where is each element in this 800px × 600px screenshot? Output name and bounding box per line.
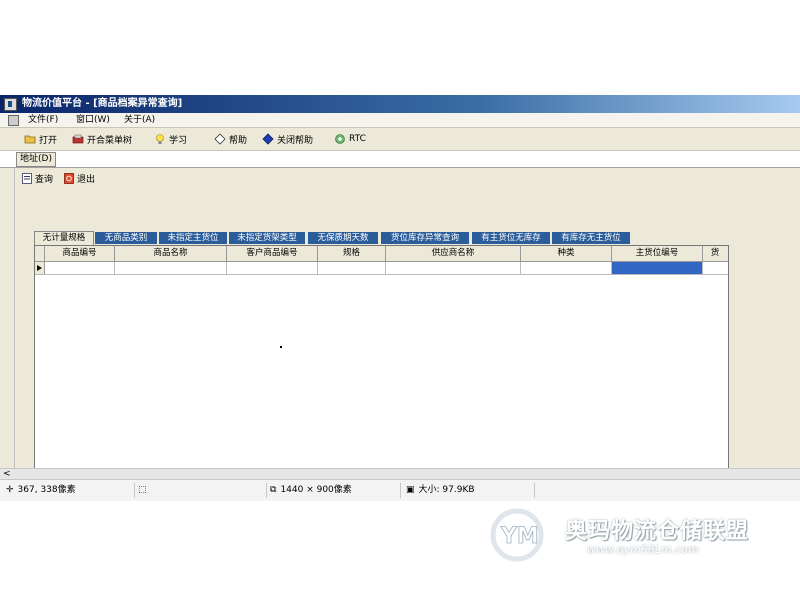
watermark-text: 奥玛物流仓储联盟 — [565, 519, 750, 544]
toggle-menu-tree-label: 开合菜单树 — [87, 135, 133, 146]
column-header[interactable]: 货 — [703, 246, 727, 261]
left-divider — [14, 168, 15, 468]
status-separator — [134, 483, 135, 498]
tab-location-stock-anomaly[interactable]: 货位库存异常查询 — [381, 232, 469, 244]
rtc-label: RTC — [349, 134, 366, 144]
open-label: 打开 — [39, 135, 58, 146]
table-cell[interactable] — [703, 262, 727, 274]
status-separator — [400, 483, 401, 498]
image-size-icon: ⧉ — [270, 485, 277, 495]
main-content: 查询 退出 无计量规格 无商品类别 未指定主货位 未指定货架类型 无保质期天数 … — [0, 168, 800, 475]
svg-text:YM: YM — [500, 524, 539, 549]
status-dimensions: ⧉ 1440 × 900像素 — [270, 480, 352, 501]
selection-icon: ⬚ — [138, 485, 147, 495]
query-icon — [22, 173, 32, 184]
rtc-button[interactable]: RTC — [334, 132, 366, 146]
table-cell[interactable] — [318, 262, 386, 274]
table-cell[interactable] — [386, 262, 521, 274]
close-help-label: 关闭帮助 — [277, 135, 314, 146]
tab-main-location-no-stock[interactable]: 有主货位无库存 — [472, 232, 550, 244]
lightbulb-icon — [154, 133, 166, 145]
menu-tree-icon — [72, 133, 84, 145]
crosshair-icon: ✛ — [6, 485, 14, 495]
exit-icon — [64, 173, 74, 184]
status-coords: ✛ 367, 338像素 — [6, 480, 76, 501]
status-selection: ⬚ — [138, 480, 151, 501]
close-help-icon — [262, 133, 274, 145]
column-header[interactable]: 供应商名称 — [386, 246, 521, 261]
exit-button[interactable]: 退出 — [64, 172, 95, 185]
close-help-button[interactable]: 关闭帮助 — [262, 132, 313, 146]
document-icon[interactable] — [8, 115, 19, 126]
table-cell[interactable] — [115, 262, 227, 274]
watermark-url: www.oym56Lm.com — [587, 543, 699, 556]
learn-button[interactable]: 学习 — [154, 132, 187, 146]
mouse-dot — [280, 346, 282, 348]
menu-bar: 文件(F) 窗口(W) 关于(A) — [0, 113, 800, 128]
status-bar: ✛ 367, 338像素 ⬚ ⧉ 1440 × 900像素 ▣ 大小: 97.9… — [0, 479, 800, 501]
grid-header: 商品编号 商品名称 客户商品编号 规格 供应商名称 种类 主货位编号 货 — [35, 246, 728, 262]
column-header[interactable]: 种类 — [521, 246, 612, 261]
tab-no-category[interactable]: 无商品类别 — [95, 232, 157, 244]
toolbar: 打开 开合菜单树 学习 帮助 关闭帮助 RTC — [0, 128, 800, 151]
column-header[interactable]: 商品编号 — [45, 246, 115, 261]
open-button[interactable]: 打开 — [24, 132, 57, 146]
query-label: 查询 — [35, 175, 54, 185]
table-row[interactable] — [35, 262, 728, 275]
coords-text: 367, 338像素 — [17, 485, 76, 495]
app-icon — [4, 98, 17, 111]
help-label: 帮助 — [229, 135, 248, 146]
title-bar: 物流价值平台 - [商品档案异常查询] — [0, 95, 800, 113]
status-separator — [534, 483, 535, 498]
column-header[interactable]: 主货位编号 — [612, 246, 703, 261]
table-cell[interactable] — [45, 262, 115, 274]
table-cell[interactable] — [227, 262, 318, 274]
current-row-indicator — [35, 262, 45, 274]
tab-no-measure-spec[interactable]: 无计量规格 — [34, 231, 94, 245]
address-bar: 地址(D) — [0, 151, 800, 168]
row-header-corner — [35, 246, 45, 261]
query-button[interactable]: 查询 — [22, 172, 53, 185]
data-grid: 商品编号 商品名称 客户商品编号 规格 供应商名称 种类 主货位编号 货 — [34, 245, 729, 475]
status-size: ▣ 大小: 97.9KB — [406, 480, 475, 501]
watermark-logo-icon: YM — [490, 508, 544, 562]
help-diamond-icon — [214, 133, 226, 145]
column-header[interactable]: 规格 — [318, 246, 386, 261]
table-cell-selected[interactable] — [612, 262, 703, 274]
watermark: YM 奥玛物流仓储联盟 www.oym56Lm.com — [487, 505, 787, 565]
app-window: 物流价值平台 - [商品档案异常查询] 文件(F) 窗口(W) 关于(A) 打开… — [0, 95, 800, 501]
tab-no-main-location[interactable]: 未指定主货位 — [159, 232, 227, 244]
tab-stock-no-main-location[interactable]: 有库存无主货位 — [552, 232, 630, 244]
disk-icon: ▣ — [406, 485, 415, 495]
learn-label: 学习 — [169, 135, 188, 146]
rtc-icon — [334, 133, 346, 145]
window-title: 物流价值平台 - [商品档案异常查询] — [22, 98, 183, 109]
column-header[interactable]: 商品名称 — [115, 246, 227, 261]
dimensions-text: 1440 × 900像素 — [280, 485, 352, 495]
exit-label: 退出 — [77, 175, 96, 185]
column-header[interactable]: 客户商品编号 — [227, 246, 318, 261]
menu-file[interactable]: 文件(F) — [28, 113, 58, 127]
menu-window[interactable]: 窗口(W) — [76, 113, 110, 127]
address-label[interactable]: 地址(D) — [16, 152, 56, 167]
folder-open-icon — [24, 133, 36, 145]
help-button[interactable]: 帮助 — [214, 132, 247, 146]
status-separator — [266, 483, 267, 498]
menu-about[interactable]: 关于(A) — [124, 113, 155, 127]
tab-no-shelf-life[interactable]: 无保质期天数 — [308, 232, 378, 244]
table-cell[interactable] — [521, 262, 612, 274]
tab-no-shelf-type[interactable]: 未指定货架类型 — [229, 232, 305, 244]
toggle-menu-tree-button[interactable]: 开合菜单树 — [72, 132, 132, 146]
size-text: 大小: 97.9KB — [418, 485, 475, 495]
